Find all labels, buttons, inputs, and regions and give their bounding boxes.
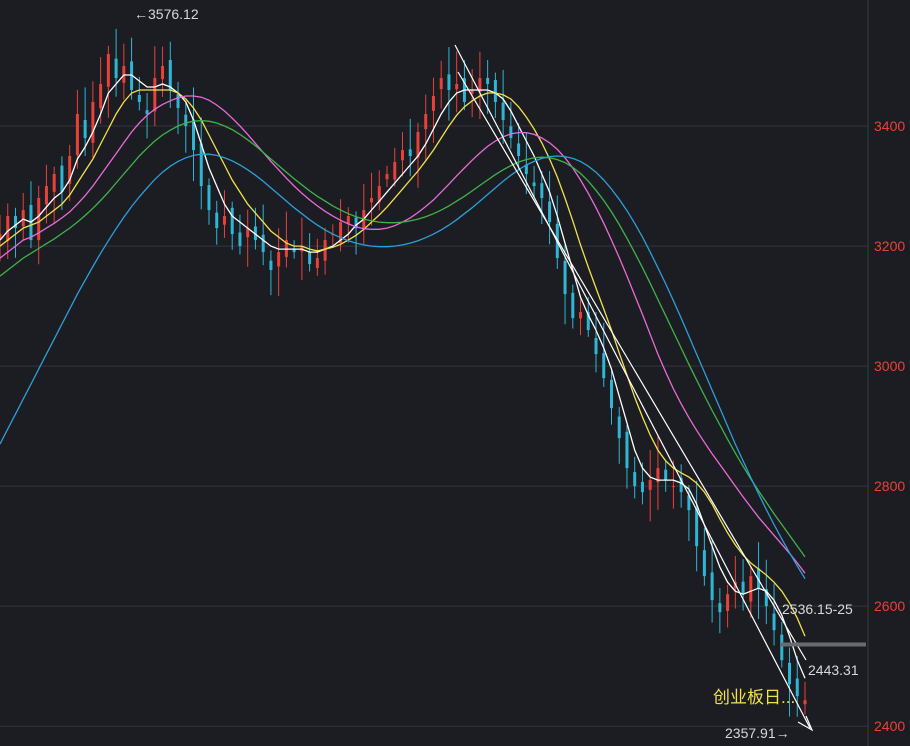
candle-body	[184, 114, 188, 127]
y-tick-label: 3400	[874, 118, 905, 134]
candle-body	[788, 662, 792, 685]
candle-body	[222, 216, 226, 225]
candle-body	[625, 431, 629, 469]
candle-body	[741, 581, 745, 595]
y-tick-label: 2800	[874, 478, 905, 494]
candle-body	[21, 210, 25, 227]
candle-body	[308, 252, 312, 265]
candle-body	[114, 58, 118, 79]
candle-body	[83, 119, 87, 139]
candle-body	[408, 149, 412, 157]
candle-body	[501, 102, 505, 121]
candle-body	[695, 507, 699, 547]
candle-body	[52, 174, 56, 192]
candle-body	[323, 240, 327, 261]
candle-body	[702, 550, 706, 577]
candle-body	[145, 110, 149, 115]
candlestick-chart: 2400 2600 2800 3000 3200 3400 ←3576.12 2443.3…	[0, 0, 905, 746]
candle-body	[671, 486, 675, 488]
candle-body	[431, 96, 435, 111]
candle-body	[424, 114, 428, 130]
candle-body	[439, 78, 443, 90]
candle-body	[75, 114, 79, 156]
candle-body	[153, 78, 157, 112]
low-label: 2357.91→	[725, 725, 790, 741]
trend-lines	[454, 44, 866, 732]
candle-body	[455, 84, 459, 90]
candle-body	[230, 207, 234, 235]
candle-body	[617, 416, 621, 439]
candle-body	[486, 77, 490, 85]
candle-body	[772, 613, 776, 631]
candle-body	[99, 84, 103, 109]
candle-body	[315, 258, 319, 269]
candle-body	[106, 54, 110, 87]
candle-body	[749, 576, 753, 602]
level-label: 2536.15-25	[782, 601, 853, 617]
candle-body	[261, 234, 265, 253]
last-price-label: 2443.31	[808, 662, 859, 678]
candle-body	[199, 143, 203, 187]
candle-body	[493, 80, 497, 103]
candle-body	[91, 102, 95, 143]
candle-body	[385, 174, 389, 180]
candle-body	[161, 66, 165, 80]
candle-body	[532, 182, 536, 187]
candle-body	[44, 186, 48, 205]
chart-title: 创业板日...	[713, 688, 795, 707]
candle-body	[207, 185, 211, 211]
candle-body	[176, 94, 180, 109]
candle-body	[540, 183, 544, 199]
candles	[0, 28, 807, 717]
candle-body	[277, 252, 281, 267]
candle-body	[137, 94, 141, 103]
candle-body	[594, 338, 598, 355]
candle-body	[60, 165, 64, 193]
candle-body	[563, 260, 567, 295]
candle-body	[609, 379, 613, 409]
grid-lines	[0, 0, 869, 746]
trendline	[454, 44, 811, 729]
candle-body	[726, 594, 730, 611]
candle-body	[393, 162, 397, 180]
candle-body	[346, 216, 350, 224]
high-label: ←3576.12	[134, 6, 199, 22]
candle-body	[602, 353, 606, 379]
candle-body	[269, 260, 273, 271]
candle-body	[648, 480, 652, 490]
candle-body	[6, 216, 10, 241]
candle-body	[633, 472, 637, 487]
y-tick-label: 2600	[874, 598, 905, 614]
candle-body	[401, 150, 404, 161]
y-tick-label: 3000	[874, 358, 905, 374]
candle-body	[370, 198, 374, 203]
ma-line-ma30	[0, 119, 806, 558]
candle-body	[795, 678, 799, 697]
candle-body	[718, 603, 722, 613]
candle-body	[215, 212, 219, 229]
y-axis: 2400 2600 2800 3000 3200 3400	[874, 118, 905, 734]
candle-body	[168, 59, 172, 91]
candle-body	[664, 469, 668, 481]
candle-body	[710, 572, 714, 601]
candle-body	[517, 143, 521, 157]
candle-body	[579, 312, 583, 319]
candle-body	[803, 700, 807, 705]
y-tick-label: 2400	[874, 718, 905, 734]
y-tick-label: 3200	[874, 238, 905, 254]
candle-body	[447, 74, 451, 91]
candle-body	[640, 481, 644, 493]
candle-body	[238, 232, 242, 247]
candle-body	[548, 201, 552, 223]
candle-body	[780, 634, 784, 661]
candle-body	[509, 126, 513, 139]
level-band	[780, 642, 866, 647]
candle-body	[571, 292, 575, 319]
